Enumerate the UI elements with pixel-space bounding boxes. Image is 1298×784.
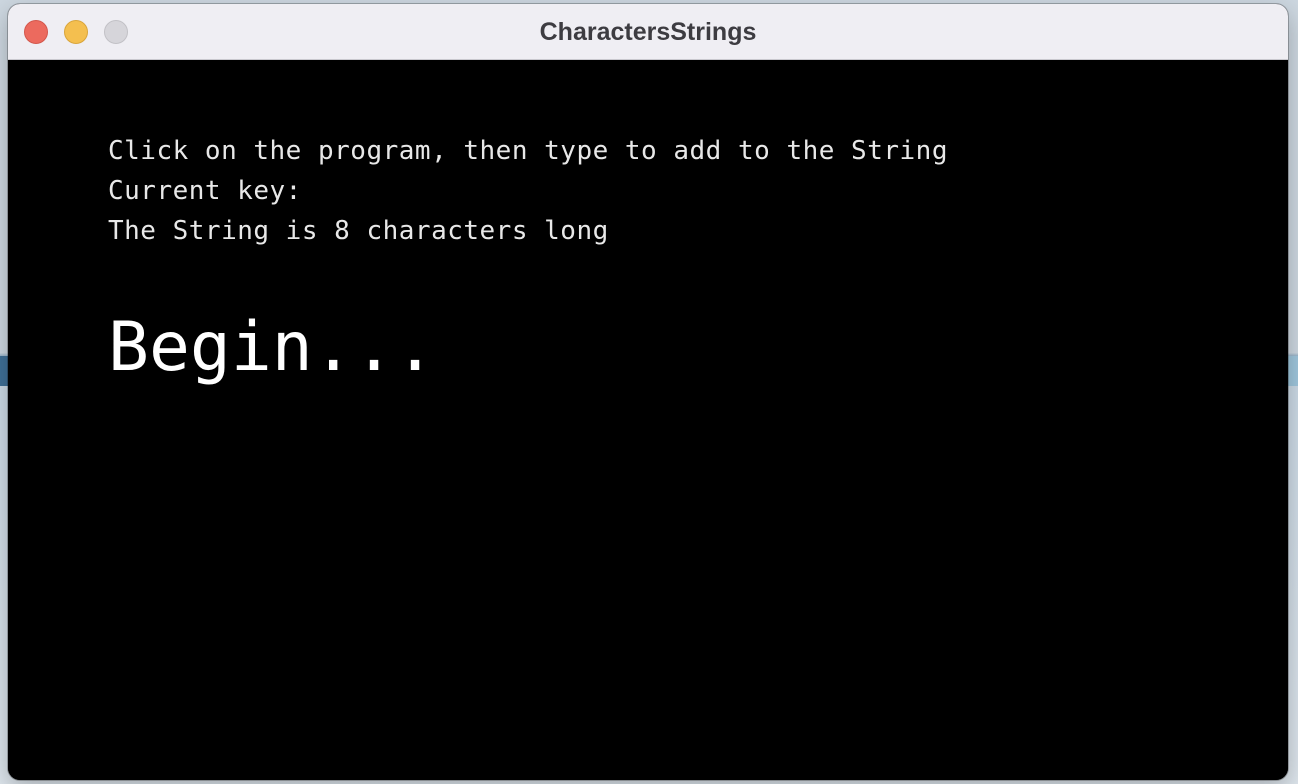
app-window: CharactersStrings Click on the program, …: [8, 4, 1288, 780]
desktop-edge-right: [1288, 356, 1298, 386]
window-title: CharactersStrings: [539, 18, 757, 46]
string-length-text: The String is 8 characters long: [108, 216, 609, 246]
instruction-text: Click on the program, then type to add t…: [108, 136, 948, 166]
sketch-canvas[interactable]: Click on the program, then type to add t…: [8, 60, 1288, 780]
desktop-edge-left: [0, 356, 8, 386]
current-key-label: Current key:: [108, 176, 302, 206]
title-bar[interactable]: CharactersStrings: [8, 4, 1288, 60]
string-display: Begin...: [108, 308, 436, 387]
